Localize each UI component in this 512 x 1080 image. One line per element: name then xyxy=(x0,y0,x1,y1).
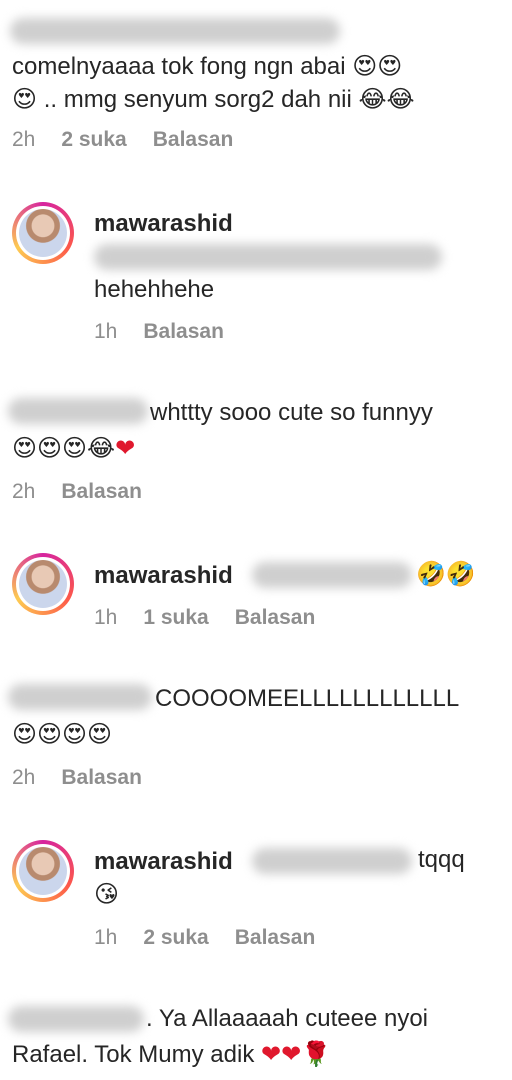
avatar[interactable] xyxy=(12,202,74,264)
likes-count[interactable]: 2 suka xyxy=(143,926,208,950)
comment-meta: 1h 2 suka Balasan xyxy=(94,926,315,950)
comment-meta: 1h 1 suka Balasan xyxy=(94,606,315,630)
comment-text: . Ya Allaaaaah cuteee nyoi xyxy=(146,1005,428,1032)
comment-meta: 2h Balasan xyxy=(12,766,142,790)
comment-meta: 2h 2 suka Balasan xyxy=(12,128,233,152)
blurred-username xyxy=(8,684,152,710)
likes-count[interactable]: 1 suka xyxy=(143,606,208,630)
comment-text: COOOOMEELLLLLLLLLLLL xyxy=(155,685,460,712)
timestamp: 1h xyxy=(94,606,118,629)
username[interactable]: mawarashid xyxy=(94,210,233,238)
avatar[interactable] xyxy=(12,553,74,615)
blurred-mention xyxy=(94,244,442,270)
comment-text: comelnyaaaa tok fong ngn abai 😍😍 😍 .. mm… xyxy=(12,52,415,113)
comment-meta: 2h Balasan xyxy=(12,480,142,504)
timestamp: 2h xyxy=(12,766,36,789)
blurred-username xyxy=(10,18,340,44)
comment-meta: 1h Balasan xyxy=(94,320,224,344)
timestamp: 1h xyxy=(94,320,118,343)
comment-text: hehehhehe xyxy=(94,276,215,303)
timestamp: 2h xyxy=(12,480,36,503)
blurred-mention xyxy=(252,562,412,588)
blurred-mention xyxy=(252,848,412,874)
avatar[interactable] xyxy=(12,840,74,902)
comment-text: Rafael. Tok Mumy adik ❤❤🌹 xyxy=(12,1040,332,1068)
likes-count[interactable]: 2 suka xyxy=(61,128,126,152)
comment-emoji: 😍😍😍😍 xyxy=(12,720,113,748)
reply-button[interactable]: Balasan xyxy=(61,766,142,790)
reply-button[interactable]: Balasan xyxy=(235,926,316,950)
blurred-username xyxy=(8,398,148,424)
blurred-username xyxy=(8,1006,144,1032)
reply-button[interactable]: Balasan xyxy=(61,480,142,504)
comment-emoji: 🤣🤣 xyxy=(416,560,476,588)
profile-photo xyxy=(19,560,67,608)
timestamp: 2h xyxy=(12,128,36,151)
username[interactable]: mawarashid xyxy=(94,562,233,590)
profile-photo xyxy=(19,847,67,895)
comment-text: tqqq xyxy=(418,846,465,873)
profile-photo xyxy=(19,209,67,257)
reply-button[interactable]: Balasan xyxy=(143,320,224,344)
comment-emoji: 😍😍😍😂❤ xyxy=(12,434,136,462)
comment-text: whttty sooo cute so funnyy xyxy=(150,399,433,426)
comment-emoji: 😘 xyxy=(94,880,120,908)
username[interactable]: mawarashid xyxy=(94,848,233,876)
reply-button[interactable]: Balasan xyxy=(235,606,316,630)
timestamp: 1h xyxy=(94,926,118,949)
reply-button[interactable]: Balasan xyxy=(153,128,234,152)
